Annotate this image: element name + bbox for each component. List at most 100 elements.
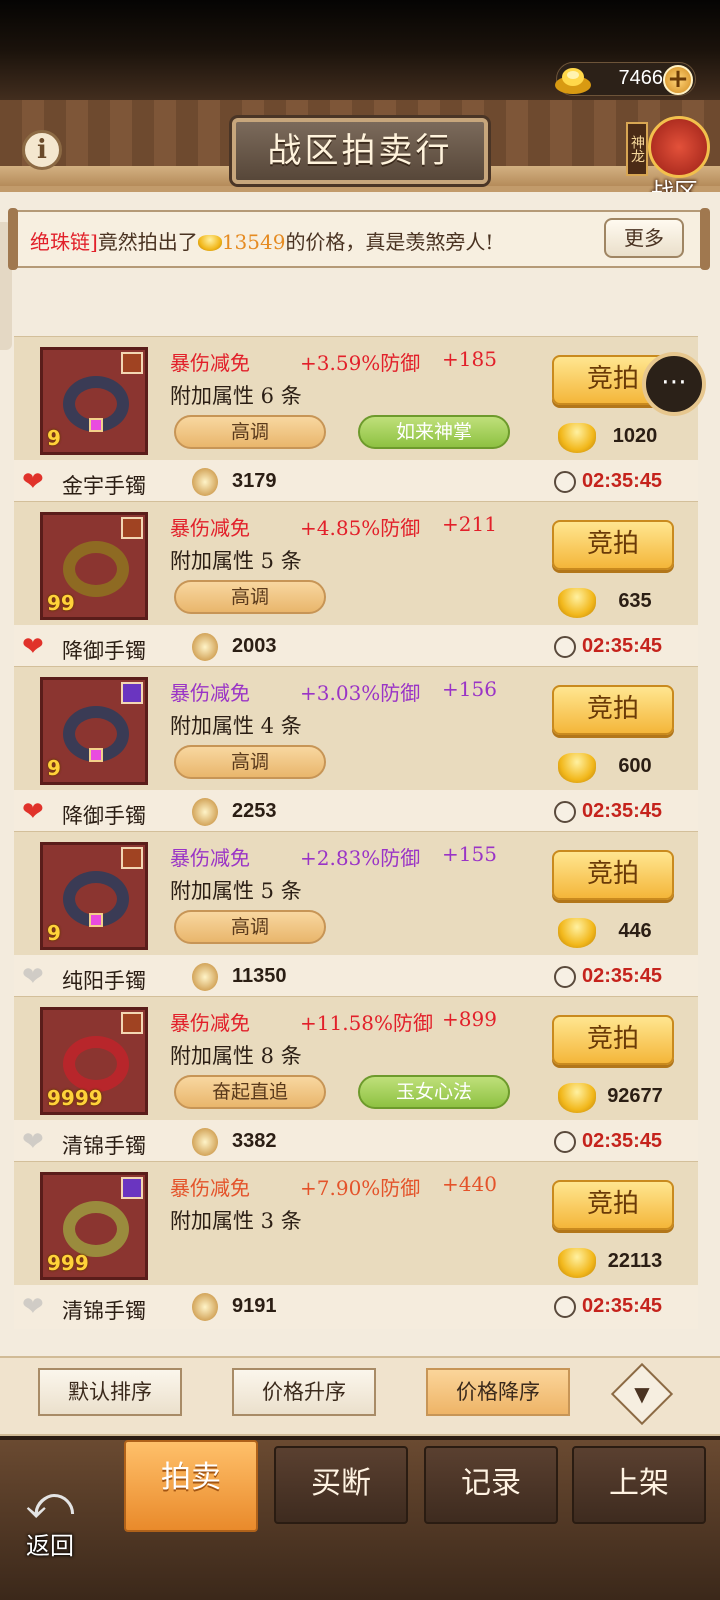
stat-line: 暴伤减免 +4.85%防御 +211 — [170, 512, 510, 541]
clock-icon — [554, 966, 576, 988]
stat-bonus: +185 — [442, 347, 497, 371]
heart-icon[interactable]: ❤ — [22, 634, 50, 660]
tab-buyout[interactable]: 买断 — [274, 1446, 408, 1524]
bid-button[interactable]: 竞拍 — [552, 685, 674, 735]
price-display: 1020 — [558, 421, 682, 457]
listing-card[interactable]: 999 暴伤减免 +7.90%防御 +440 附加属性 3 条 竞拍 22113 — [14, 1161, 698, 1295]
bid-button[interactable]: 竞拍 — [552, 850, 674, 900]
bracelet-item-icon[interactable]: 999 — [40, 1172, 148, 1280]
enhance-level: 99 — [47, 591, 75, 615]
bracelet-item-icon[interactable]: 9 — [40, 677, 148, 785]
heart-icon[interactable]: ❤ — [22, 1129, 50, 1155]
price-value: 1020 — [612, 425, 658, 447]
bid-count: 3179 — [232, 470, 277, 492]
chat-bubble-icon[interactable]: ⋯ — [642, 352, 706, 416]
stat-line: 暴伤减免 +3.59%防御 +185 — [170, 347, 510, 376]
quality-badge-icon — [121, 847, 143, 869]
bracelet-icon — [63, 1201, 129, 1257]
gold-ingot-icon — [558, 423, 596, 453]
sort-default-button[interactable]: 默认排序 — [38, 1368, 182, 1416]
skill-pill: 如来神掌 — [358, 415, 510, 449]
time-remaining: 02:35:45 — [582, 965, 663, 987]
bid-token-icon — [192, 1293, 218, 1321]
enhance-level: 9 — [47, 921, 61, 945]
page-title-plaque: 战区拍卖行 — [232, 118, 488, 184]
gold-ingot-icon — [558, 753, 596, 783]
auction-list[interactable]: 9 暴伤减免 +3.59%防御 +185 附加属性 6 条高调 如来神掌 竞拍 1020 ❤ 金宇… — [14, 336, 698, 1334]
enhance-level: 9 — [47, 756, 61, 780]
attribute-count: 附加属性 5 条 — [170, 549, 302, 573]
heart-icon[interactable]: ❤ — [22, 1294, 50, 1320]
gold-ingot-icon — [197, 235, 222, 251]
listing-card[interactable]: 9 暴伤减免 +3.59%防御 +185 附加属性 6 条高调 如来神掌 竞拍 1020 — [14, 336, 698, 470]
gold-ingot-icon — [558, 1083, 596, 1113]
enhance-level: 999 — [47, 1251, 89, 1275]
bid-count: 3382 — [232, 1130, 277, 1152]
clock-icon — [554, 471, 576, 493]
gem-icon — [89, 418, 103, 432]
gold-ingot-icon — [558, 1248, 596, 1278]
price-value: 446 — [618, 920, 652, 942]
quality-badge-icon — [121, 1012, 143, 1034]
stat-name: 暴伤减免 — [170, 681, 250, 705]
listing-meta-row: ❤ 纯阳手镯 11350 02:35:45 — [14, 955, 698, 999]
quality-badge-icon — [121, 352, 143, 374]
bid-button[interactable]: 竞拍 — [552, 1015, 674, 1065]
listing-card[interactable]: 9999 暴伤减免 +11.58%防御 +899 附加属性 8 条奋起直追 玉女心法 竞拍 9… — [14, 996, 698, 1130]
price-display: 635 — [558, 586, 682, 622]
page-title: 战区拍卖行 — [267, 131, 453, 171]
gold-ingot-icon — [555, 68, 591, 94]
heart-icon[interactable]: ❤ — [22, 964, 50, 990]
back-button[interactable]: ⤺ 返回 — [10, 1479, 90, 1564]
listing-meta-row: ❤ 清锦手镯 9191 02:35:45 — [14, 1285, 698, 1329]
stat-line: 暴伤减免 +7.90%防御 +440 — [170, 1172, 510, 1201]
bid-button[interactable]: 竞拍 — [552, 520, 674, 570]
stat-name: 暴伤减免 — [170, 1176, 250, 1200]
stat-value: +4.85%防御 — [300, 516, 421, 540]
bid-count: 11350 — [232, 965, 287, 987]
bid-count: 2003 — [232, 635, 277, 657]
bid-token-icon — [192, 798, 218, 826]
sort-price-desc-button[interactable]: 价格降序 — [426, 1368, 570, 1416]
stat-bonus: +155 — [442, 842, 497, 866]
heart-icon[interactable]: ❤ — [22, 469, 50, 495]
ticker-text-after: 的价格，真是羡煞旁人! — [285, 230, 494, 254]
bid-count: 2253 — [232, 800, 277, 822]
bracelet-item-icon[interactable]: 99 — [40, 512, 148, 620]
attribute-count: 附加属性 3 条 — [170, 1209, 302, 1233]
tab-auction[interactable]: 拍卖 — [124, 1440, 258, 1532]
listing-meta-row: ❤ 金宇手镯 3179 02:35:45 — [14, 460, 698, 504]
add-gold-button[interactable]: + — [663, 65, 693, 95]
listing-card[interactable]: 99 暴伤减免 +4.85%防御 +211 附加属性 5 条高调 竞拍 635 — [14, 501, 698, 635]
stat-bonus: +440 — [442, 1172, 497, 1196]
info-icon[interactable]: i — [22, 130, 62, 170]
skill-pill: 玉女心法 — [358, 1075, 510, 1109]
stat-name: 暴伤减免 — [170, 1011, 250, 1035]
bracelet-item-icon[interactable]: 9 — [40, 842, 148, 950]
more-button[interactable]: 更多 — [604, 218, 684, 258]
sort-price-asc-button[interactable]: 价格升序 — [232, 1368, 376, 1416]
bid-token-icon — [192, 963, 218, 991]
listing-meta-row: ❤ 降御手镯 2003 02:35:45 — [14, 625, 698, 669]
server-badge[interactable]: 神龙 战区 — [626, 112, 716, 206]
listing-meta-row: ❤ 清锦手镯 3382 02:35:45 — [14, 1120, 698, 1164]
bracelet-item-icon[interactable]: 9999 — [40, 1007, 148, 1115]
stat-line: 暴伤减免 +11.58%防御 +899 — [170, 1007, 510, 1036]
listing-card[interactable]: 9 暴伤减免 +3.03%防御 +156 附加属性 4 条高调 竞拍 600 — [14, 666, 698, 800]
price-value: 635 — [618, 590, 652, 612]
listing-card[interactable]: 9 暴伤减免 +2.83%防御 +155 附加属性 5 条高调 竞拍 446 — [14, 831, 698, 965]
price-display: 22113 — [558, 1246, 682, 1282]
clock-icon — [554, 1296, 576, 1318]
stat-bonus: +899 — [442, 1007, 497, 1031]
attribute-count: 附加属性 5 条 — [170, 879, 302, 903]
gem-icon — [89, 748, 103, 762]
stat-name: 暴伤减免 — [170, 846, 250, 870]
bracelet-icon — [63, 1036, 129, 1092]
heart-icon[interactable]: ❤ — [22, 799, 50, 825]
price-display: 446 — [558, 916, 682, 952]
quality-badge-icon — [121, 517, 143, 539]
tab-list-item[interactable]: 上架 — [572, 1446, 706, 1524]
bid-button[interactable]: 竞拍 — [552, 1180, 674, 1230]
tab-records[interactable]: 记录 — [424, 1446, 558, 1524]
bracelet-item-icon[interactable]: 9 — [40, 347, 148, 455]
